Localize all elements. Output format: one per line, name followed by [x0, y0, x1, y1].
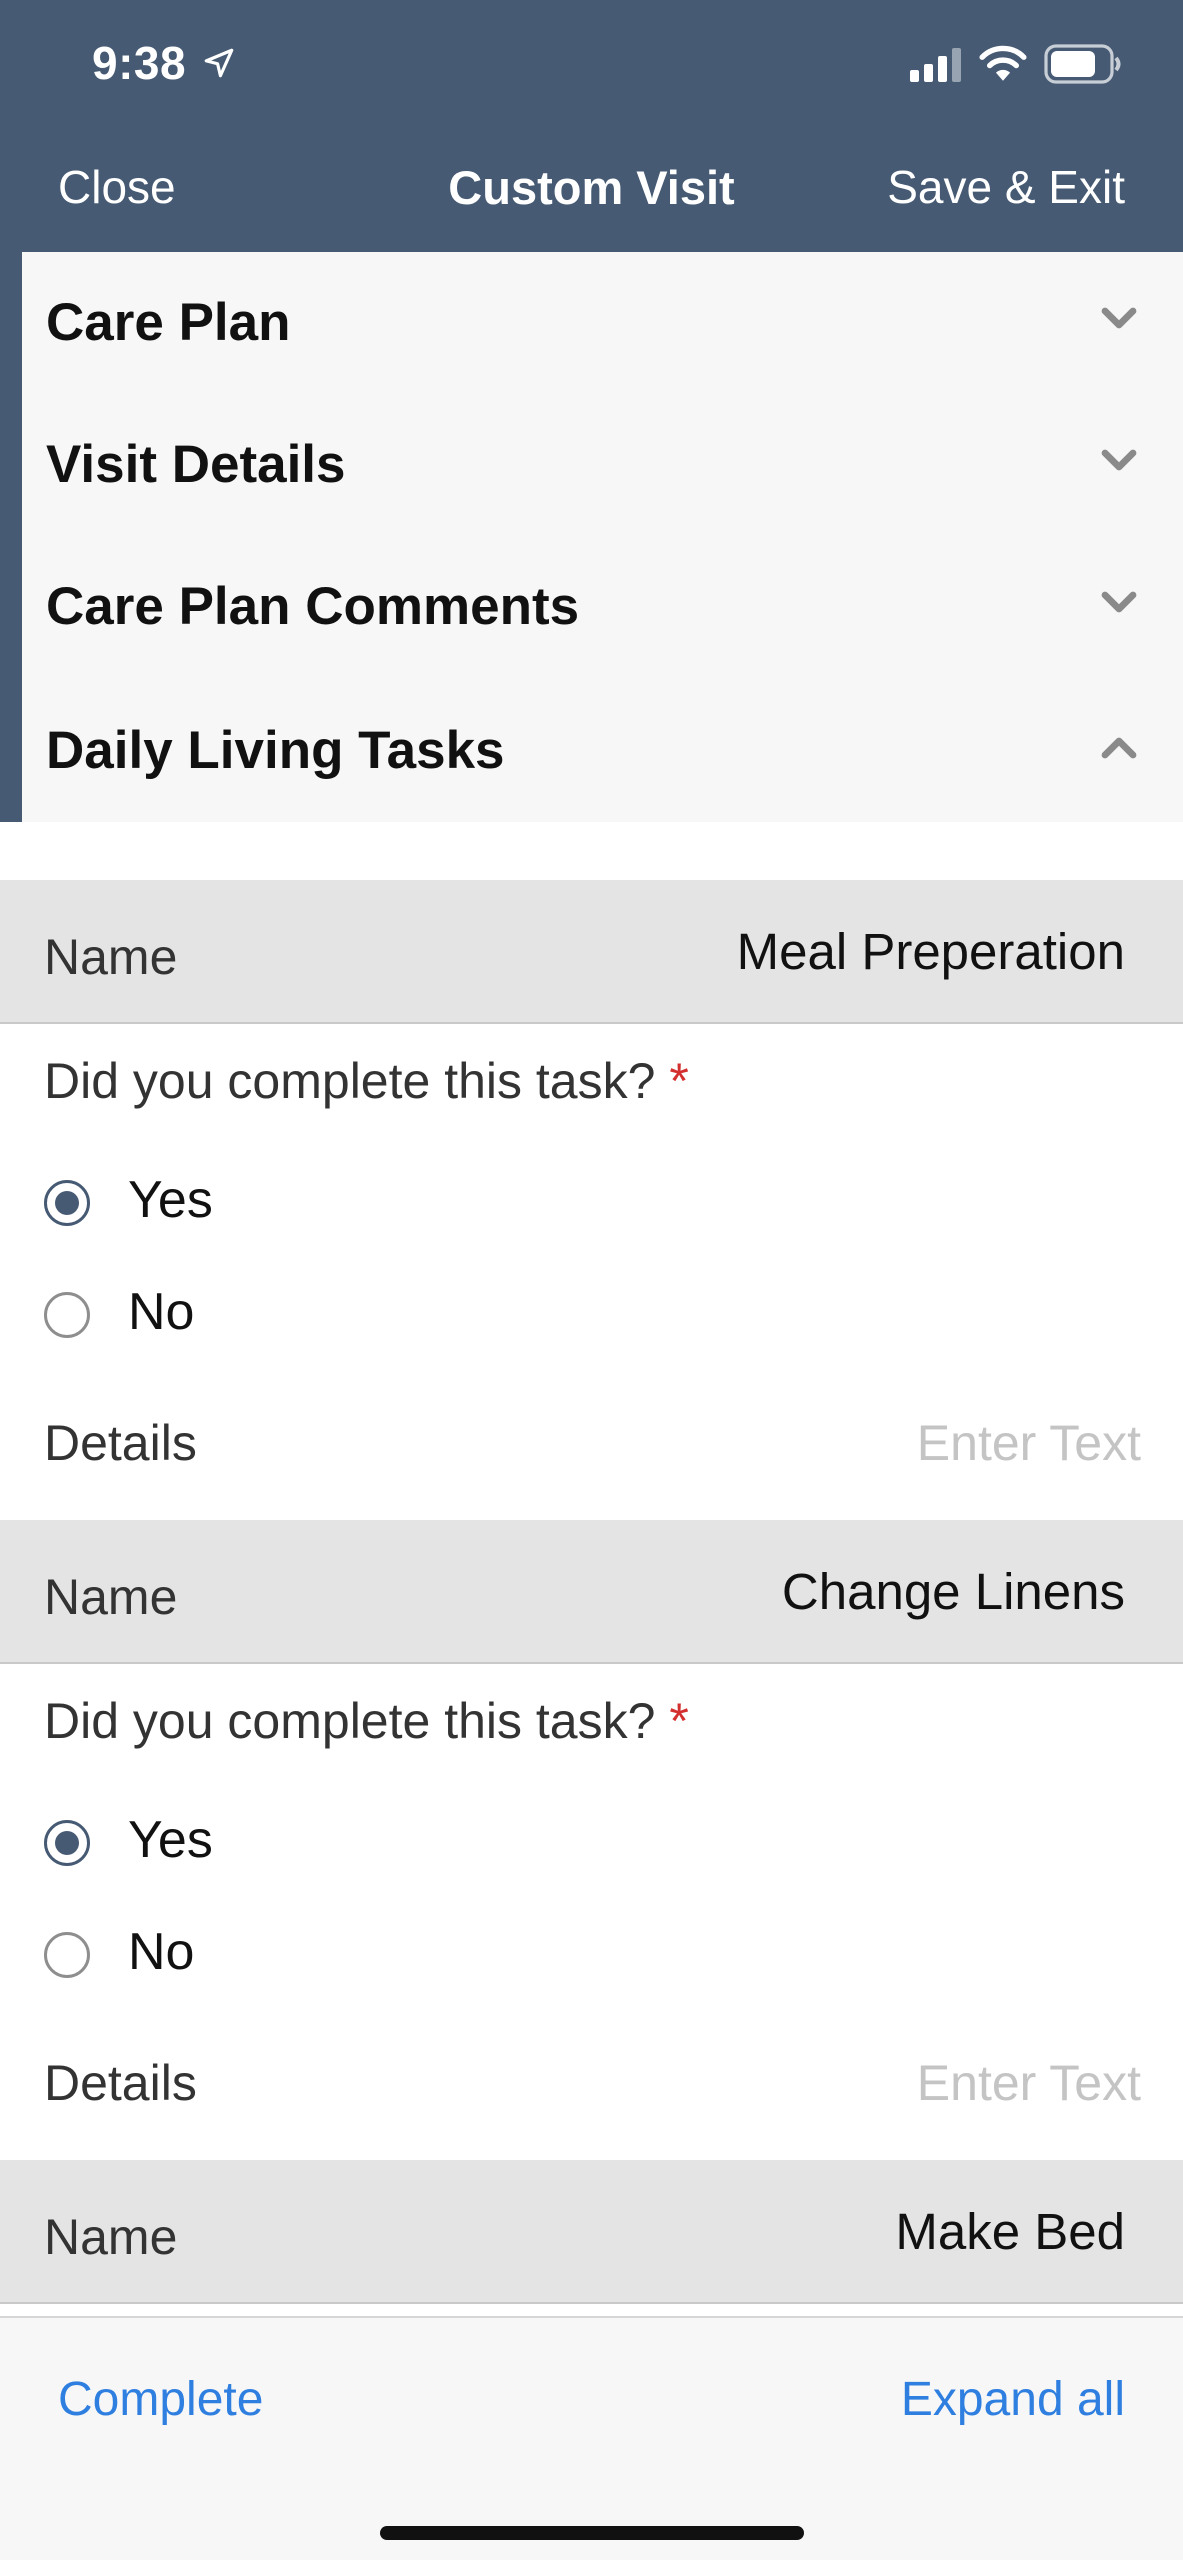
- radio-selected-icon[interactable]: [44, 1820, 90, 1866]
- radio-unselected-icon[interactable]: [44, 1292, 90, 1338]
- status-bar: 9:38: [0, 0, 1183, 130]
- section-label: Care Plan Comments: [46, 577, 580, 636]
- question-text: Did you complete this task?: [44, 1053, 656, 1109]
- section-care-plan-comments[interactable]: Care Plan Comments: [22, 536, 1183, 678]
- chevron-down-icon: [1101, 307, 1137, 329]
- section-label: Visit Details: [46, 435, 346, 494]
- radio-label: No: [128, 1923, 195, 1981]
- close-button[interactable]: Close: [58, 160, 176, 214]
- task-name-label: Name: [44, 2209, 178, 2265]
- radio-unselected-icon[interactable]: [44, 1932, 90, 1978]
- details-label: Details: [44, 2055, 197, 2111]
- section-visit-details[interactable]: Visit Details: [22, 394, 1183, 536]
- question-text: Did you complete this task?: [44, 1693, 656, 1749]
- location-arrow-icon: [204, 48, 234, 78]
- task-name-value: Make Bed: [895, 2203, 1125, 2260]
- section-label: Care Plan: [46, 293, 291, 352]
- chevron-down-icon: [1101, 449, 1137, 471]
- details-input[interactable]: [721, 2048, 1141, 2118]
- task-question: Did you complete this task? *: [44, 1052, 689, 1110]
- task-name-label: Name: [44, 929, 178, 985]
- details-input[interactable]: [721, 1408, 1141, 1478]
- status-time: 9:38: [92, 37, 187, 89]
- cellular-signal-icon: [910, 48, 961, 82]
- navigation-bar: Custom Visit Close Save & Exit: [0, 130, 1183, 252]
- radio-label: Yes: [128, 1811, 213, 1869]
- task-name-value: Change Linens: [781, 1563, 1125, 1620]
- radio-label: No: [128, 1283, 195, 1341]
- section-daily-living-tasks[interactable]: Daily Living Tasks: [22, 680, 1183, 822]
- required-marker: *: [669, 1053, 689, 1109]
- battery-icon: [1044, 44, 1121, 84]
- task-name-row: Name Change Linens: [0, 1520, 1183, 1664]
- chevron-up-icon: [1101, 737, 1137, 759]
- section-accordion: Care Plan Visit Details Care Plan Commen…: [0, 252, 1183, 822]
- accordion-accent-bar: [0, 252, 22, 822]
- radio-label: Yes: [128, 1171, 213, 1229]
- task-name-value: Meal Preperation: [736, 923, 1125, 980]
- task-name-row: Name Make Bed: [0, 2160, 1183, 2304]
- section-care-plan[interactable]: Care Plan: [22, 252, 1183, 394]
- radio-selected-icon[interactable]: [44, 1180, 90, 1226]
- save-and-exit-button[interactable]: Save & Exit: [887, 160, 1125, 214]
- bottom-toolbar: Complete Expand all: [0, 2316, 1183, 2560]
- task-name-label: Name: [44, 1569, 178, 1625]
- expand-all-button[interactable]: Expand all: [901, 2372, 1125, 2427]
- task-question: Did you complete this task? *: [44, 1692, 689, 1750]
- task-name-row: Name Meal Preperation: [0, 880, 1183, 1024]
- details-label: Details: [44, 1415, 197, 1471]
- wifi-icon: [979, 45, 1027, 81]
- required-marker: *: [669, 1693, 689, 1749]
- complete-button[interactable]: Complete: [58, 2372, 263, 2427]
- home-indicator[interactable]: [380, 2526, 804, 2540]
- section-label: Daily Living Tasks: [46, 721, 505, 780]
- chevron-down-icon: [1101, 591, 1137, 613]
